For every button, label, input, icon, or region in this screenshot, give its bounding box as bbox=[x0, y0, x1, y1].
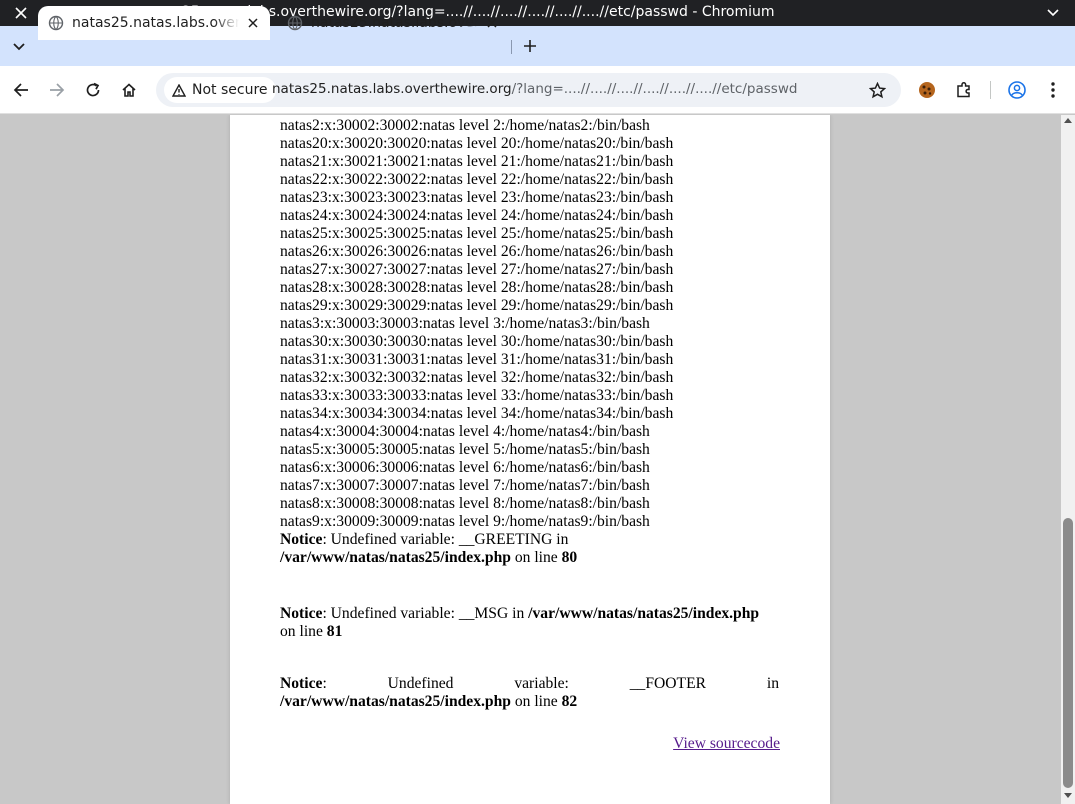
passwd-line: natas31:x:30031:30031:natas level 31:/ho… bbox=[280, 351, 674, 368]
profile-avatar-icon[interactable] bbox=[1005, 78, 1029, 102]
notice-word-in: in bbox=[766, 675, 779, 692]
notice-file: /var/www/natas/natas25/index.php bbox=[280, 549, 511, 566]
browser-toolbar: Not secure natas25.natas.labs.overthewir… bbox=[0, 66, 1075, 114]
notice-line-number: 80 bbox=[561, 549, 578, 566]
notice-word-undefined: Undefined bbox=[387, 675, 454, 692]
page-viewport: natas2:x:30002:30002:natas level 2:/home… bbox=[0, 115, 1061, 804]
php-notice-footer: Notice: Undefined variable: __FOOTER in … bbox=[280, 675, 779, 711]
notice-label: Notice: bbox=[280, 675, 327, 692]
tab-search-icon[interactable] bbox=[8, 36, 30, 58]
notice-file: /var/www/natas/natas25/index.php bbox=[280, 693, 511, 710]
close-window-icon[interactable] bbox=[8, 0, 34, 26]
notice-message: : Undefined variable: __GREETING in bbox=[322, 531, 569, 548]
scrollbar-thumb[interactable] bbox=[1063, 518, 1073, 788]
tab-separator bbox=[511, 40, 512, 54]
passwd-line: natas9:x:30009:30009:natas level 9:/home… bbox=[280, 513, 650, 530]
passwd-line: natas5:x:30005:30005:natas level 5:/home… bbox=[280, 441, 650, 458]
scroll-up-arrow-icon[interactable] bbox=[1064, 118, 1072, 123]
back-arrow-icon[interactable] bbox=[9, 78, 33, 102]
passwd-line: natas34:x:30034:30034:natas level 34:/ho… bbox=[280, 405, 674, 422]
passwd-line: natas7:x:30007:30007:natas level 7:/home… bbox=[280, 477, 650, 494]
php-notice-greeting: Notice: Undefined variable: __GREETING i… bbox=[280, 531, 779, 567]
bookmark-star-icon[interactable] bbox=[865, 78, 889, 102]
globe-icon bbox=[48, 15, 64, 31]
home-icon[interactable] bbox=[117, 78, 141, 102]
passwd-line: natas8:x:30008:30008:natas level 8:/home… bbox=[280, 495, 650, 512]
chevron-down-icon[interactable] bbox=[1040, 0, 1066, 26]
passwd-line: natas2:x:30002:30002:natas level 2:/home… bbox=[280, 117, 650, 134]
tab-label: natas25.natas.labs.overthewire.org bbox=[311, 15, 478, 31]
notice-word-footer: __FOOTER bbox=[629, 675, 706, 692]
reload-icon[interactable] bbox=[81, 78, 105, 102]
notice-label: Notice bbox=[280, 531, 323, 548]
security-chip[interactable]: Not secure bbox=[164, 77, 276, 103]
notice-line-number: 82 bbox=[561, 693, 578, 710]
notice-justified-line: Notice: Undefined variable: __FOOTER in bbox=[280, 675, 779, 693]
extensions-puzzle-icon[interactable] bbox=[952, 78, 976, 102]
warning-triangle-icon bbox=[172, 83, 186, 97]
passwd-line: natas21:x:30021:30021:natas level 21:/ho… bbox=[280, 153, 674, 170]
url-path: /?lang=....//....//....//....//....//...… bbox=[511, 81, 798, 97]
page-content: natas2:x:30002:30002:natas level 2:/home… bbox=[280, 117, 779, 711]
passwd-line: natas20:x:30020:30020:natas level 20:/ho… bbox=[280, 135, 674, 152]
passwd-line: natas25:x:30025:30025:natas level 25:/ho… bbox=[280, 225, 674, 242]
passwd-line: natas32:x:30032:30032:natas level 32:/ho… bbox=[280, 369, 674, 386]
address-bar[interactable]: Not secure natas25.natas.labs.overthewir… bbox=[156, 73, 901, 107]
notice-label: Notice bbox=[280, 605, 323, 622]
globe-icon bbox=[287, 15, 303, 31]
new-tab-plus-icon[interactable] bbox=[518, 34, 542, 58]
passwd-line: natas4:x:30004:30004:natas level 4:/home… bbox=[280, 423, 650, 440]
tab-natas25-active[interactable]: natas25.natas.labs.overthewire.org bbox=[38, 6, 270, 40]
notice-on-line: on line bbox=[510, 693, 562, 710]
notice-word-variable: variable: bbox=[514, 675, 569, 692]
view-sourcecode-link[interactable]: View sourcecode bbox=[673, 735, 780, 753]
passwd-line: natas27:x:30027:30027:natas level 27:/ho… bbox=[280, 261, 674, 278]
scroll-down-arrow-icon[interactable] bbox=[1064, 793, 1072, 798]
vertical-scrollbar[interactable] bbox=[1061, 115, 1075, 804]
security-label: Not secure bbox=[192, 82, 268, 98]
notice-on-line: on line bbox=[510, 549, 562, 566]
php-notice-msg: Notice: Undefined variable: __MSG in /va… bbox=[280, 605, 779, 641]
passwd-line: natas22:x:30022:30022:natas level 22:/ho… bbox=[280, 171, 674, 188]
passwd-line: natas30:x:30030:30030:natas level 30:/ho… bbox=[280, 333, 674, 350]
notice-message: : Undefined variable: __MSG in bbox=[322, 605, 529, 622]
content-panel: natas2:x:30002:30002:natas level 2:/home… bbox=[230, 115, 830, 804]
passwd-line: natas33:x:30033:30033:natas level 33:/ho… bbox=[280, 387, 674, 404]
tab-label: natas25.natas.labs.overthewire.org bbox=[72, 15, 239, 31]
close-tab-icon[interactable] bbox=[243, 13, 263, 33]
passwd-line: natas24:x:30024:30024:natas level 24:/ho… bbox=[280, 207, 674, 224]
passwd-line: natas23:x:30023:30023:natas level 23:/ho… bbox=[280, 189, 674, 206]
passwd-line: natas3:x:30003:30003:natas level 3:/home… bbox=[280, 315, 650, 332]
passwd-line: natas6:x:30006:30006:natas level 6:/home… bbox=[280, 459, 650, 476]
url-text[interactable]: natas25.natas.labs.overthewire.org/?lang… bbox=[272, 81, 797, 97]
notice-file: /var/www/natas/natas25/index.php bbox=[528, 605, 760, 622]
passwd-line: natas28:x:30028:30028:natas level 28:/ho… bbox=[280, 279, 674, 296]
toolbar-divider bbox=[990, 81, 991, 99]
notice-line-number: 81 bbox=[326, 623, 343, 640]
passwd-line: natas26:x:30026:30026:natas level 26:/ho… bbox=[280, 243, 674, 260]
passwd-line: natas29:x:30029:30029:natas level 29:/ho… bbox=[280, 297, 674, 314]
cookie-extension-icon[interactable] bbox=[915, 78, 939, 102]
url-host: natas25.natas.labs.overthewire.org bbox=[272, 81, 512, 97]
forward-arrow-icon[interactable] bbox=[45, 78, 69, 102]
notice-on-line: on line bbox=[280, 623, 327, 640]
close-tab-icon[interactable] bbox=[482, 13, 502, 33]
kebab-menu-icon[interactable] bbox=[1041, 78, 1065, 102]
tab-natas25[interactable]: natas25.natas.labs.overthewire.org bbox=[277, 6, 509, 40]
